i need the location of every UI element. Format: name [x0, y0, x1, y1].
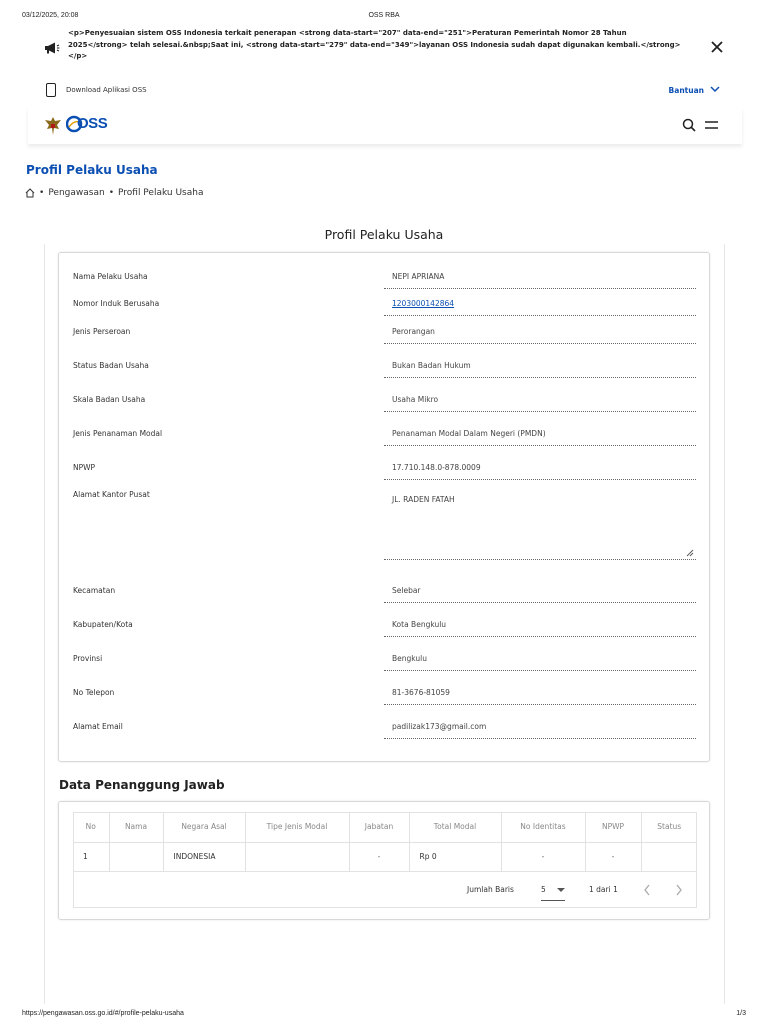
address-text: JL. RADEN FATAH — [392, 495, 455, 504]
close-icon[interactable] — [710, 40, 724, 54]
penanggung-jawab-table: No Nama Negara Asal Tipe Jenis Modal Jab… — [73, 812, 697, 872]
column-header-jabatan[interactable]: Jabatan — [349, 812, 410, 843]
hamburger-menu-icon[interactable] — [705, 120, 718, 130]
field-label: Nomor Induk Berusaha — [73, 299, 160, 308]
rows-per-page-label: Jumlah Baris — [467, 885, 514, 894]
field-value-nama: NEPI APRIANA — [384, 272, 696, 289]
search-icon[interactable] — [682, 118, 696, 132]
table-cell — [641, 842, 697, 872]
column-header-negara-asal[interactable]: Negara Asal — [163, 812, 246, 843]
field-value-telepon: 81-3676-81059 — [384, 688, 696, 705]
field-label: Alamat Email — [73, 722, 123, 731]
field-label: No Telepon — [73, 688, 115, 697]
table-cell: - — [585, 842, 642, 872]
column-header-nama[interactable]: Nama — [109, 812, 164, 843]
phone-icon — [46, 83, 56, 97]
column-header-no[interactable]: No — [73, 812, 110, 843]
field-label: Alamat Kantor Pusat — [73, 490, 150, 499]
rows-per-page-value: 5 — [541, 885, 546, 894]
field-label: NPWP — [73, 463, 96, 472]
page-range-text: 1 dari 1 — [589, 885, 618, 894]
table-cell: 1 — [73, 842, 110, 872]
penanggung-jawab-title: Data Penanggung Jawab — [59, 778, 225, 792]
print-page-number: 1/3 — [736, 1010, 746, 1017]
field-value-npwp: 17.710.148.0-878.0009 — [384, 463, 696, 480]
field-value-nib-link[interactable]: 1203000142864 — [384, 299, 696, 316]
chevron-left-icon[interactable] — [643, 884, 651, 896]
table-pagination: Jumlah Baris 5 1 dari 1 — [73, 880, 697, 906]
field-label: Kabupaten/Kota — [73, 620, 133, 629]
field-label: Jenis Penanaman Modal — [73, 429, 163, 438]
help-menu[interactable]: Bantuan — [669, 86, 704, 95]
table-cell — [109, 842, 164, 872]
field-value-email: padilizak173@gmail.com — [384, 722, 696, 739]
breadcrumb-separator: • — [39, 188, 45, 198]
field-value-jenis-penanaman-modal: Penanaman Modal Dalam Negeri (PMDN) — [384, 429, 696, 446]
column-header-status[interactable]: Status — [641, 812, 697, 843]
table-header-row: No Nama Negara Asal Tipe Jenis Modal Jab… — [73, 812, 697, 843]
table-cell: INDONESIA — [163, 842, 246, 872]
field-value-alamat-kantor-pusat[interactable]: JL. RADEN FATAH — [384, 495, 696, 560]
garuda-emblem-icon — [45, 117, 61, 135]
announcement-bar: <p>Penyesuaian sistem OSS Indonesia terk… — [44, 28, 724, 62]
print-url: https://pengawasan.oss.go.id/#/profile-p… — [22, 1010, 184, 1017]
field-label: Jenis Perseroan — [73, 327, 131, 336]
column-header-no-identitas[interactable]: No Identitas — [501, 812, 586, 843]
field-value-jenis-perseroan: Perorangan — [384, 327, 696, 344]
announcement-text: <p>Penyesuaian sistem OSS Indonesia terk… — [68, 29, 681, 60]
megaphone-icon — [45, 42, 60, 54]
top-bar: Download Aplikasi OSS Bantuan — [44, 82, 724, 100]
chevron-down-icon[interactable] — [710, 85, 720, 93]
breadcrumb-item-profil: Profil Pelaku Usaha — [118, 188, 204, 198]
field-label: Provinsi — [73, 654, 103, 663]
table-cell: - — [501, 842, 586, 872]
rows-per-page-select[interactable]: 5 — [541, 883, 565, 901]
section-title: Profil Pelaku Usaha — [324, 227, 444, 242]
table-cell — [245, 842, 350, 872]
field-label: Kecamatan — [73, 586, 116, 595]
print-title: OSS RBA — [368, 12, 400, 19]
main-navbar: OSS — [28, 108, 742, 144]
breadcrumb-item-pengawasan[interactable]: Pengawasan — [48, 188, 104, 198]
column-header-tipe-jenis-modal[interactable]: Tipe Jenis Modal — [245, 812, 350, 843]
field-value-provinsi: Bengkulu — [384, 654, 696, 671]
column-header-total-modal[interactable]: Total Modal — [409, 812, 502, 843]
chevron-right-icon[interactable] — [675, 884, 683, 896]
page-title: Profil Pelaku Usaha — [26, 163, 158, 177]
field-label: Status Badan Usaha — [73, 361, 149, 370]
table-cell: Rp 0 — [409, 842, 502, 872]
oss-logo-text: OSS — [77, 115, 108, 132]
field-value-kabupaten-kota: Kota Bengkulu — [384, 620, 696, 637]
column-header-npwp[interactable]: NPWP — [585, 812, 642, 843]
field-label: Nama Pelaku Usaha — [73, 272, 148, 281]
table-row[interactable]: 1 INDONESIA - Rp 0 - - — [73, 842, 697, 872]
breadcrumb-separator: • — [108, 188, 114, 198]
field-value-kecamatan: Selebar — [384, 586, 696, 603]
caret-down-icon — [557, 888, 565, 892]
field-label: Skala Badan Usaha — [73, 395, 146, 404]
home-icon[interactable] — [25, 188, 35, 198]
breadcrumb: • Pengawasan • Profil Pelaku Usaha — [25, 188, 203, 198]
table-cell: - — [349, 842, 410, 872]
field-value-status-badan-usaha: Bukan Badan Hukum — [384, 361, 696, 378]
field-value-skala-badan-usaha: Usaha Mikro — [384, 395, 696, 412]
resize-handle-icon[interactable] — [686, 549, 694, 557]
download-app-link[interactable]: Download Aplikasi OSS — [66, 86, 147, 94]
